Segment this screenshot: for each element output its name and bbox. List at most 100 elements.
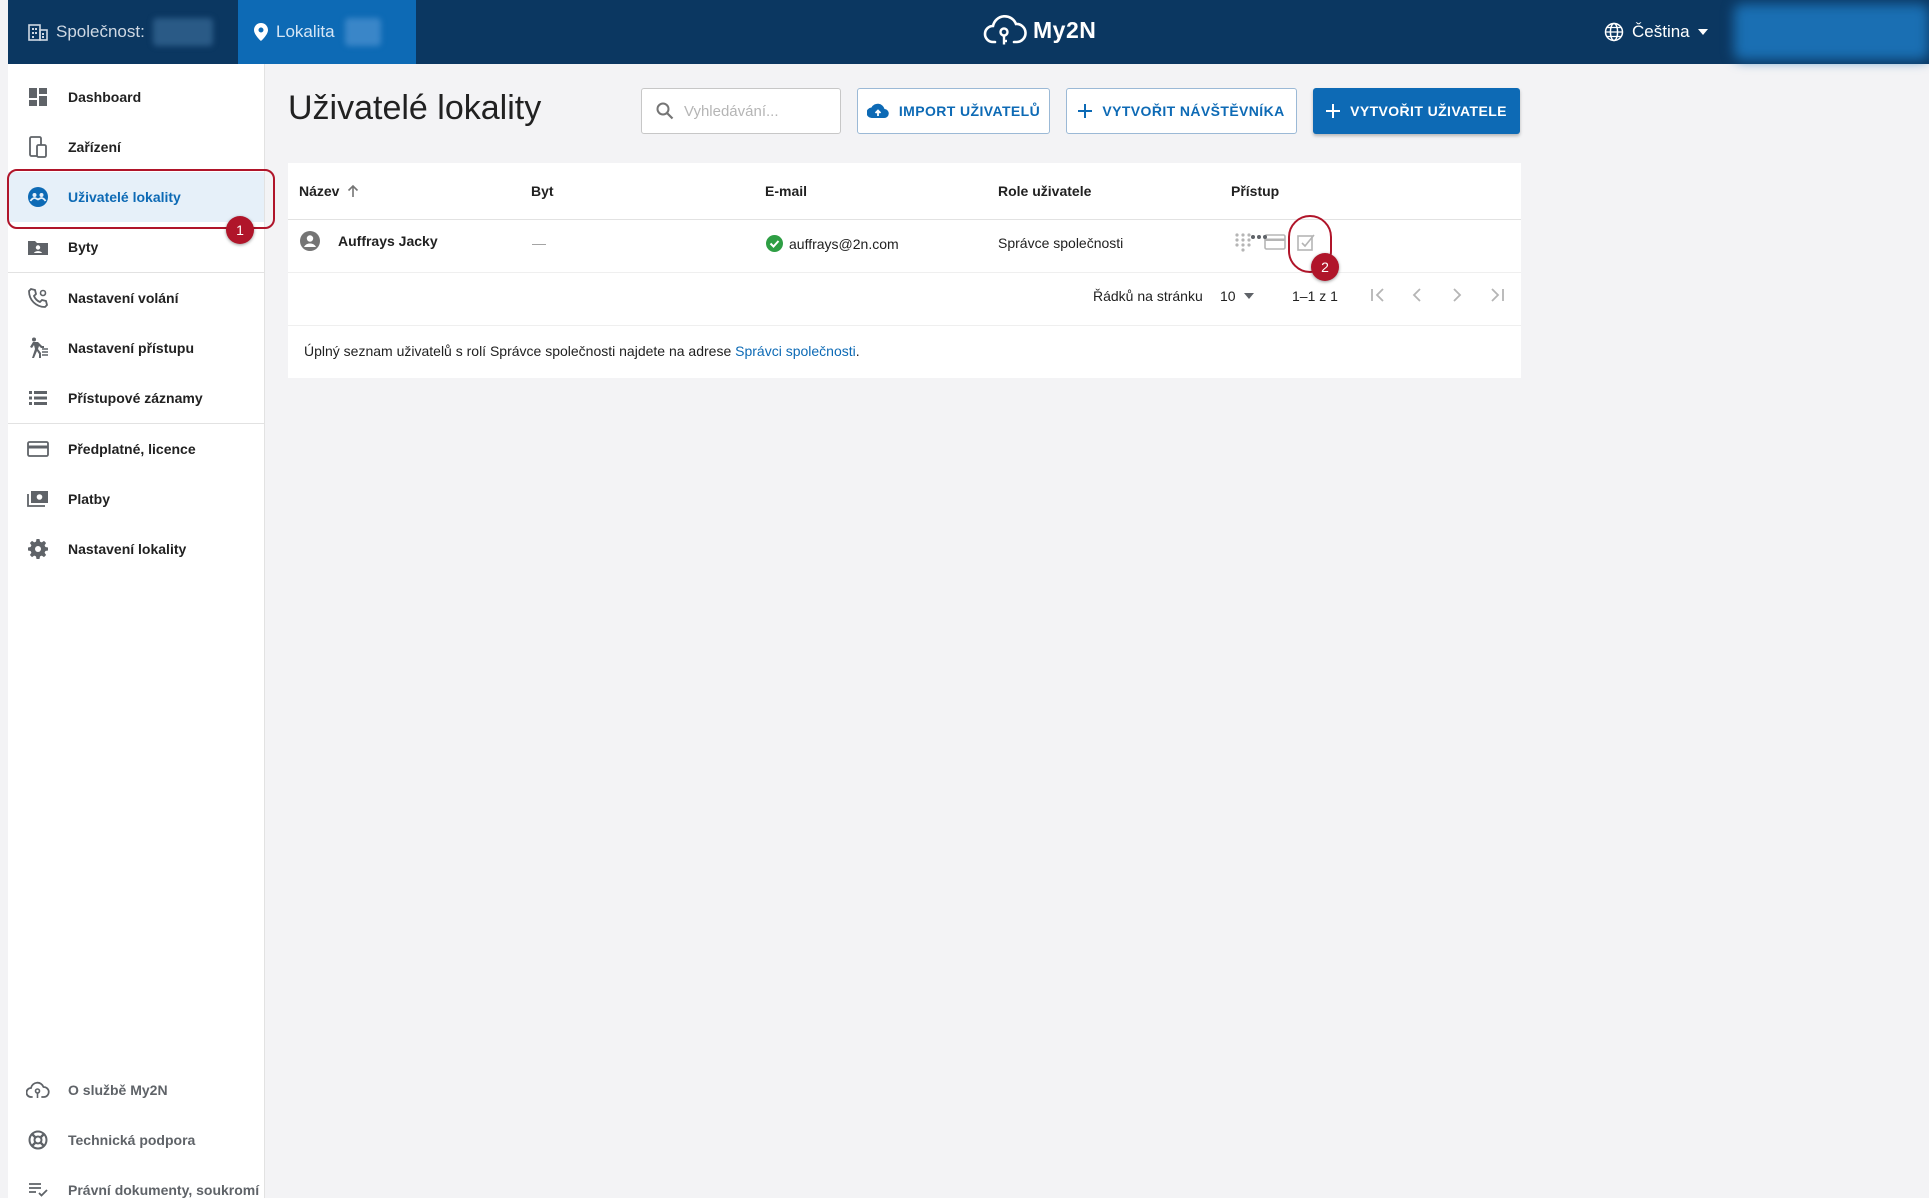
- sidebar-item-legal[interactable]: Právní dokumenty, soukromí: [8, 1165, 264, 1198]
- column-label: Role uživatele: [998, 183, 1092, 199]
- create-visitor-button[interactable]: VYTVOŘIT NÁVŠTĚVNÍKA: [1066, 88, 1297, 134]
- location-pin-icon: [254, 23, 268, 41]
- gear-icon: [26, 537, 50, 561]
- callout-badge-1: 1: [226, 216, 254, 244]
- button-label: VYTVOŘIT NÁVŠTĚVNÍKA: [1102, 103, 1285, 119]
- site-label: Lokalita: [276, 22, 335, 41]
- sidebar-item-access-settings[interactable]: Nastavení přístupu: [8, 323, 264, 373]
- sidebar-item-label: Nastavení přístupu: [68, 340, 195, 356]
- company-label: Společnost:: [56, 22, 145, 41]
- company-admins-link[interactable]: Správci společnosti: [735, 343, 856, 359]
- rows-per-page-value: 10: [1220, 288, 1236, 304]
- note-text: Úplný seznam uživatelů s rolí Správce sp…: [304, 343, 736, 359]
- column-label: E-mail: [765, 183, 808, 199]
- cloud-upload-icon: [866, 103, 889, 119]
- building-icon: [28, 24, 48, 41]
- button-label: VYTVOŘIT UŽIVATELE: [1350, 103, 1507, 119]
- sidebar-item-support[interactable]: Technická podpora: [8, 1115, 264, 1165]
- rows-per-page-label: Řádků na stránku: [1093, 288, 1203, 304]
- user-name: Auffrays Jacky: [338, 233, 438, 249]
- verified-check-icon: [766, 235, 783, 252]
- phone-settings-icon: [26, 286, 50, 310]
- chevron-down-icon: [1243, 293, 1254, 299]
- cloud-key-icon: [983, 14, 1027, 45]
- checklist-icon: [26, 1178, 50, 1198]
- sidebar-item-payments[interactable]: Platby: [8, 474, 264, 524]
- company-admin-note: Úplný seznam uživatelů s rolí Správce sp…: [304, 343, 860, 359]
- globe-icon: [1604, 22, 1624, 42]
- sidebar-item-label: Právní dokumenty, soukromí: [68, 1182, 260, 1198]
- header-divider: [288, 219, 1521, 220]
- site-name-redacted: [344, 18, 381, 46]
- top-bar: Společnost: Lokalita My2N Čeština: [8, 0, 1929, 64]
- user-apartment: —: [532, 235, 546, 251]
- company-selector[interactable]: Společnost:: [28, 0, 213, 64]
- sidebar-item-dashboard[interactable]: Dashboard: [8, 72, 264, 122]
- search-field[interactable]: [641, 88, 841, 134]
- table-row-email: auffrays@2n.com: [766, 235, 899, 252]
- devices-icon: [26, 135, 50, 159]
- user-email: auffrays@2n.com: [789, 235, 899, 252]
- column-label: Název: [299, 183, 340, 199]
- row-actions-menu[interactable]: [1250, 234, 1268, 240]
- sidebar-item-label: Byty: [68, 239, 99, 255]
- sidebar-item-about[interactable]: O službě My2N: [8, 1065, 264, 1115]
- sidebar-item-label: Technická podpora: [68, 1132, 196, 1148]
- column-header-email[interactable]: E-mail: [765, 183, 807, 199]
- next-page-icon[interactable]: [1449, 287, 1465, 303]
- language-selector[interactable]: Čeština: [1604, 0, 1708, 64]
- arrow-up-icon: [348, 184, 359, 197]
- column-header-access: Přístup: [1231, 183, 1279, 199]
- site-selector[interactable]: Lokalita: [238, 0, 416, 64]
- sidebar-item-label: Předplatné, licence: [68, 441, 196, 457]
- sidebar-item-label: Přístupové záznamy: [68, 390, 203, 406]
- previous-page-icon[interactable]: [1409, 287, 1425, 303]
- last-page-icon[interactable]: [1489, 287, 1505, 303]
- plus-icon: [1078, 104, 1093, 118]
- sidebar-item-devices[interactable]: Zařízení: [8, 122, 264, 172]
- payments-icon: [26, 487, 50, 511]
- cloud-icon: [26, 1078, 50, 1102]
- more-horizontal-icon: [1251, 235, 1267, 239]
- plus-icon: [1326, 104, 1341, 118]
- first-page-icon[interactable]: [1370, 287, 1386, 303]
- table-row-name[interactable]: Auffrays Jacky: [300, 231, 438, 251]
- create-user-button[interactable]: VYTVOŘIT UŽIVATELE: [1313, 88, 1520, 134]
- callout-badge-2: 2: [1311, 253, 1339, 281]
- sidebar-item-access-logs[interactable]: Přístupové záznamy: [8, 373, 264, 423]
- rows-per-page-select[interactable]: 10: [1220, 288, 1254, 304]
- page-title: Uživatelé lokality: [288, 89, 542, 127]
- footer-divider: [288, 325, 1521, 326]
- logo-text: My2N: [1033, 16, 1097, 43]
- sidebar-item-label: Nastavení lokality: [68, 541, 187, 557]
- import-users-button[interactable]: IMPORT UŽIVATELŮ: [857, 88, 1050, 134]
- app-logo[interactable]: My2N: [983, 12, 1096, 48]
- sidebar-item-label: Nastavení volání: [68, 290, 179, 306]
- sidebar-item-label: Zařízení: [68, 139, 121, 155]
- search-icon: [656, 102, 674, 120]
- company-name-redacted: [152, 18, 213, 46]
- note-end: .: [855, 343, 860, 359]
- search-input[interactable]: [684, 102, 824, 120]
- button-label: IMPORT UŽIVATELŮ: [898, 103, 1041, 119]
- sidebar-item-call-settings[interactable]: Nastavení volání: [8, 273, 264, 323]
- walking-person-icon: [26, 336, 50, 360]
- list-icon: [26, 386, 50, 410]
- column-header-apartment[interactable]: Byt: [531, 183, 554, 199]
- user-avatar-icon: [300, 231, 320, 251]
- column-header-role[interactable]: Role uživatele: [998, 183, 1091, 199]
- pagination-range: 1–1 z 1: [1292, 288, 1338, 304]
- column-label: Byt: [531, 183, 554, 199]
- sidebar-item-site-settings[interactable]: Nastavení lokality: [8, 524, 264, 574]
- user-menu-redacted[interactable]: [1734, 4, 1929, 60]
- sidebar-item-label: O službě My2N: [68, 1082, 168, 1098]
- credit-card-icon: [26, 437, 50, 461]
- user-role: Správce společnosti: [998, 235, 1124, 251]
- sidebar-item-subscription[interactable]: Předplatné, licence: [8, 424, 264, 474]
- column-label: Přístup: [1231, 183, 1280, 199]
- chevron-down-icon: [1697, 29, 1708, 35]
- sidebar-item-label: Dashboard: [68, 89, 142, 105]
- lifebuoy-icon: [26, 1128, 50, 1152]
- column-header-name[interactable]: Název: [299, 183, 359, 199]
- language-label: Čeština: [1632, 22, 1690, 41]
